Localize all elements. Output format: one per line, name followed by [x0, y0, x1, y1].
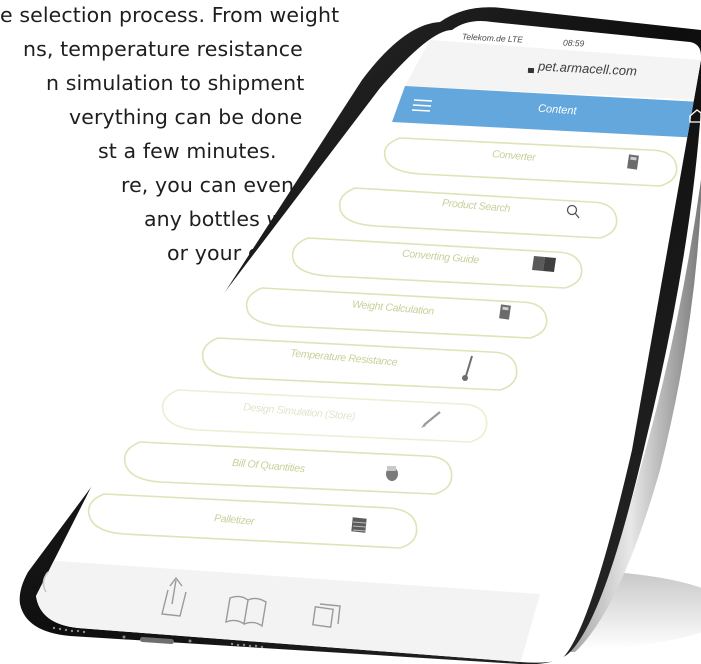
screw [122, 635, 126, 639]
screw [188, 639, 192, 643]
promo-stage: e selection process. From weight ns, tem… [0, 0, 701, 664]
phone-illustration [19, 7, 701, 664]
pallet-icon [351, 517, 367, 533]
clock-label: 08:59 [562, 37, 585, 49]
book-icon [532, 256, 556, 272]
lock-icon [527, 67, 535, 74]
calculator-icon [627, 154, 639, 170]
calculator-icon [499, 304, 511, 320]
